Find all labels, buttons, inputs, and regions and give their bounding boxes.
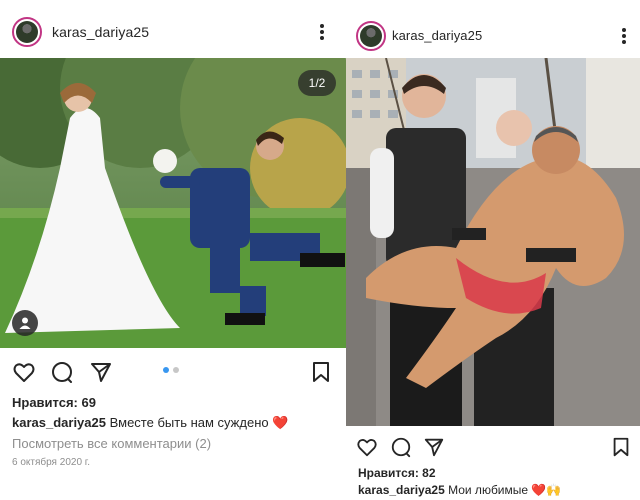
- post-photo[interactable]: 1/2: [0, 58, 346, 348]
- post-header: karas_dariya25: [0, 0, 346, 58]
- heart-icon[interactable]: [12, 360, 36, 384]
- caption-username[interactable]: karas_dariya25: [358, 483, 445, 497]
- post-actions: [346, 434, 640, 464]
- post-photo[interactable]: [346, 58, 640, 426]
- caption-username[interactable]: karas_dariya25: [12, 415, 106, 430]
- post-caption: karas_dariya25 Вместе быть нам суждено ❤…: [12, 415, 288, 431]
- carousel-counter: 1/2: [298, 70, 336, 96]
- post-caption: karas_dariya25 Мои любимые ❤️🙌: [358, 483, 561, 497]
- share-icon[interactable]: [423, 436, 447, 460]
- more-options-icon[interactable]: [320, 24, 324, 40]
- share-icon[interactable]: [89, 360, 113, 384]
- comment-icon[interactable]: [390, 436, 414, 460]
- carousel-dots: [163, 367, 179, 373]
- caption-text: Мои любимые ❤️🙌: [448, 483, 562, 497]
- bookmark-icon[interactable]: [309, 360, 333, 384]
- user-tag-icon[interactable]: [12, 310, 38, 336]
- wedding-photo: [0, 58, 346, 348]
- post-left: karas_dariya25 1/2 Нравится: 69 karas_da…: [0, 0, 346, 500]
- view-comments-link[interactable]: Посмотреть все комментарии (2): [12, 436, 211, 451]
- caption-text: Вместе быть нам суждено ❤️: [109, 415, 289, 430]
- bookmark-icon[interactable]: [610, 436, 634, 460]
- post-actions: [0, 358, 346, 388]
- post-username[interactable]: karas_dariya25: [52, 24, 149, 40]
- avatar[interactable]: [12, 17, 42, 47]
- post-date: 6 октября 2020 г.: [12, 457, 90, 468]
- post-right: karas_dariya25 Нравится: 82 karas_dariya…: [346, 0, 640, 500]
- comment-icon[interactable]: [50, 360, 74, 384]
- likes-count[interactable]: Нравится: 69: [12, 395, 96, 410]
- avatar[interactable]: [356, 21, 386, 51]
- post-header: karas_dariya25: [346, 0, 640, 58]
- likes-count[interactable]: Нравится: 82: [358, 466, 436, 480]
- street-photo: [346, 58, 640, 426]
- more-options-icon[interactable]: [622, 28, 626, 44]
- heart-icon[interactable]: [356, 436, 380, 460]
- post-username[interactable]: karas_dariya25: [392, 28, 482, 43]
